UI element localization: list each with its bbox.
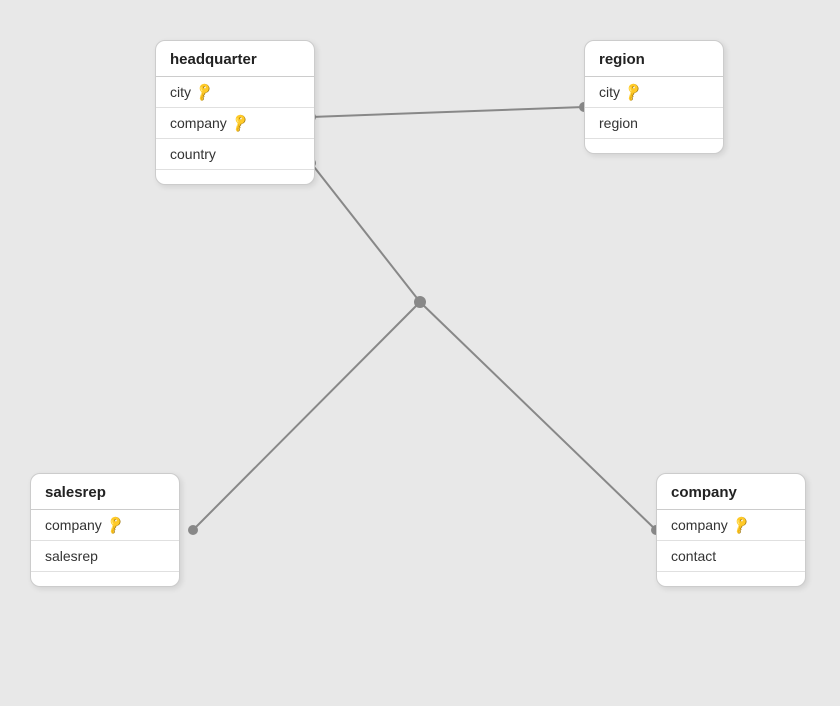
field-contact-label: contact <box>671 548 716 564</box>
field-company-label: company <box>170 115 227 131</box>
table-row: company 🔑 <box>657 510 805 541</box>
table-row: company 🔑 <box>156 108 314 139</box>
table-region[interactable]: region city 🔑 region <box>584 40 724 154</box>
field-salesrep-label: salesrep <box>45 548 98 564</box>
table-spacer <box>31 572 179 586</box>
table-headquarter-title: headquarter <box>156 41 314 77</box>
table-row: salesrep <box>31 541 179 572</box>
table-company-title: company <box>657 474 805 510</box>
key-icon: 🔑 <box>104 514 126 536</box>
table-row: city 🔑 <box>156 77 314 108</box>
table-spacer <box>585 139 723 153</box>
table-row: country <box>156 139 314 170</box>
diagram-canvas: headquarter city 🔑 company 🔑 country reg… <box>0 0 840 706</box>
table-region-title: region <box>585 41 723 77</box>
table-row: company 🔑 <box>31 510 179 541</box>
table-salesrep-title: salesrep <box>31 474 179 510</box>
table-salesrep[interactable]: salesrep company 🔑 salesrep <box>30 473 180 587</box>
table-row: region <box>585 108 723 139</box>
key-icon: 🔑 <box>229 112 251 134</box>
field-company-label: company <box>671 517 728 533</box>
field-country-label: country <box>170 146 216 162</box>
table-row: contact <box>657 541 805 572</box>
table-spacer <box>156 170 314 184</box>
key-icon: 🔑 <box>622 81 644 103</box>
key-icon: 🔑 <box>730 514 752 536</box>
table-company[interactable]: company company 🔑 contact <box>656 473 806 587</box>
field-region-label: region <box>599 115 638 131</box>
field-city-label: city <box>599 84 620 100</box>
table-row: city 🔑 <box>585 77 723 108</box>
table-headquarter[interactable]: headquarter city 🔑 company 🔑 country <box>155 40 315 185</box>
field-company-label: company <box>45 517 102 533</box>
field-city-label: city <box>170 84 191 100</box>
key-icon: 🔑 <box>193 81 215 103</box>
table-spacer <box>657 572 805 586</box>
